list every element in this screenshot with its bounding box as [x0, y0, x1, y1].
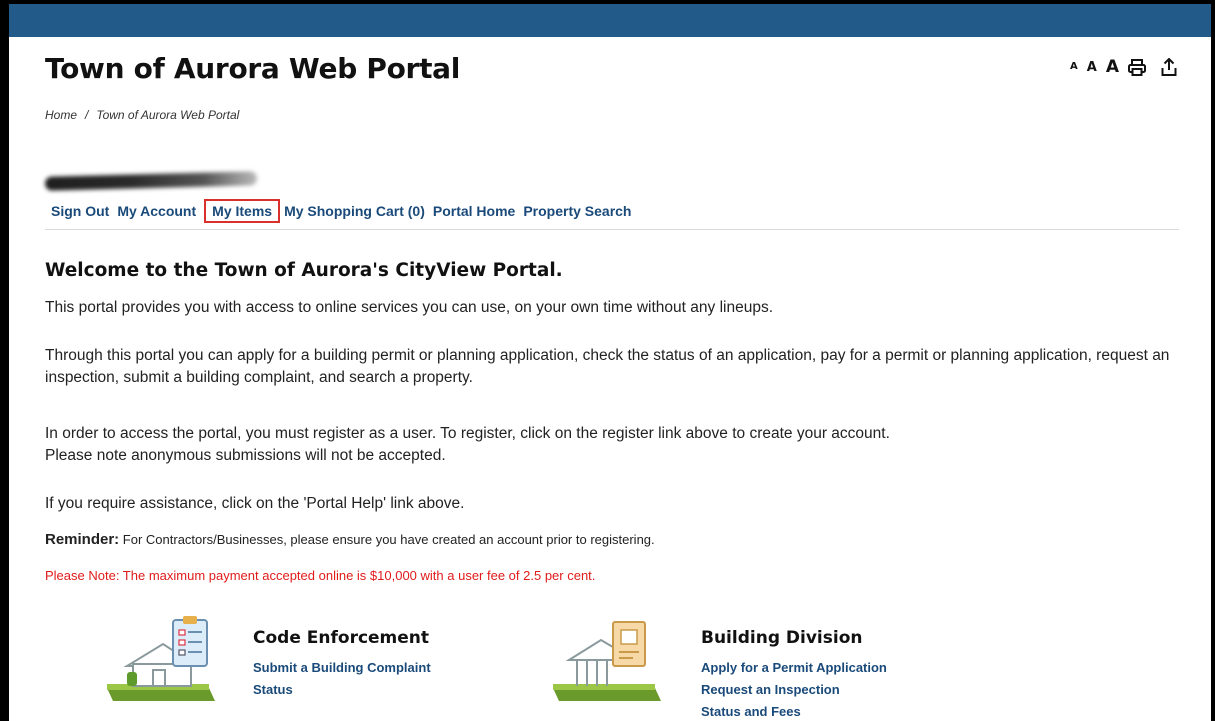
- page-frame: Town of Aurora Web Portal A A A Home / Tow…: [9, 4, 1211, 721]
- redacted-username: [44, 171, 258, 191]
- code-enforcement-status-link[interactable]: Status: [253, 682, 293, 697]
- breadcrumb-separator: /: [85, 108, 89, 122]
- breadcrumb-home[interactable]: Home: [45, 108, 77, 122]
- register-paragraph: In order to access the portal, you must …: [45, 423, 1185, 467]
- font-size-medium-button[interactable]: A: [1087, 61, 1097, 74]
- nav-my-items[interactable]: My Items: [204, 199, 281, 223]
- page-title: Town of Aurora Web Portal: [45, 52, 461, 85]
- font-size-small-button[interactable]: A: [1070, 62, 1078, 72]
- top-bar: [9, 4, 1211, 37]
- share-icon[interactable]: [1161, 58, 1177, 76]
- welcome-heading: Welcome to the Town of Aurora's CityView…: [45, 260, 563, 281]
- request-inspection-link[interactable]: Request an Inspection: [701, 682, 840, 697]
- nav-sign-out[interactable]: Sign Out: [49, 201, 111, 221]
- status-and-fees-link[interactable]: Status and Fees: [701, 704, 801, 719]
- print-icon[interactable]: [1128, 58, 1146, 76]
- account-nav: Sign Out My Account My Items My Shopping…: [49, 199, 638, 223]
- building-division-illustration: [551, 616, 663, 706]
- reminder-label: Reminder:: [45, 531, 120, 548]
- services-paragraph: Through this portal you can apply for a …: [45, 347, 1170, 386]
- register-line-1: In order to access the portal, you must …: [45, 425, 890, 442]
- nav-my-shopping-cart[interactable]: My Shopping Cart (0): [282, 201, 427, 221]
- reminder-text: For Contractors/Businesses, please ensur…: [119, 532, 655, 547]
- breadcrumb-current: Town of Aurora Web Portal: [96, 108, 240, 122]
- apply-permit-link[interactable]: Apply for a Permit Application: [701, 660, 887, 675]
- nav-my-account[interactable]: My Account: [115, 201, 198, 221]
- font-size-large-button[interactable]: A: [1106, 58, 1119, 76]
- nav-portal-home[interactable]: Portal Home: [431, 201, 517, 221]
- reminder: Reminder: For Contractors/Businesses, pl…: [45, 531, 655, 548]
- code-enforcement-illustration: [105, 616, 217, 706]
- page-tools: A A A: [1070, 58, 1177, 76]
- submit-complaint-link[interactable]: Submit a Building Complaint: [253, 660, 431, 675]
- building-division-title: Building Division: [701, 628, 863, 648]
- code-enforcement-title: Code Enforcement: [253, 628, 430, 648]
- breadcrumb: Home / Town of Aurora Web Portal: [45, 108, 239, 122]
- register-line-2: Please note anonymous submissions will n…: [45, 447, 446, 464]
- payment-note: Please Note: The maximum payment accepte…: [45, 568, 596, 583]
- intro-paragraph: This portal provides you with access to …: [45, 299, 774, 316]
- help-paragraph: If you require assistance, click on the …: [45, 495, 465, 512]
- nav-property-search[interactable]: Property Search: [521, 201, 633, 221]
- divider: [45, 229, 1179, 230]
